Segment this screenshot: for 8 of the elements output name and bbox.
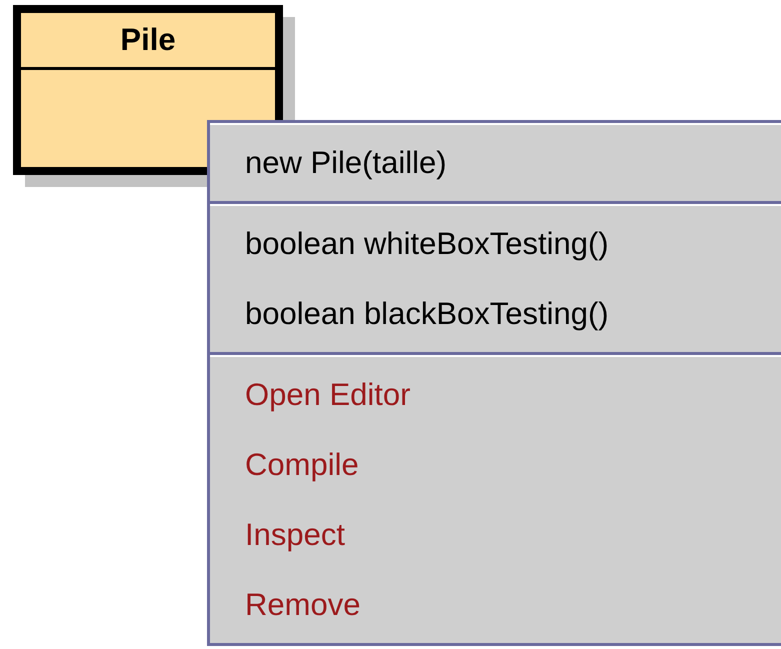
menu-item[interactable]: Inspect — [210, 500, 781, 570]
menu-item[interactable]: Open Editor — [210, 360, 781, 430]
menu-item[interactable]: Compile — [210, 430, 781, 500]
menu-item[interactable]: Remove — [210, 570, 781, 640]
menu-item[interactable]: new Pile(taille) — [210, 128, 781, 198]
menu-item[interactable]: boolean whiteBoxTesting() — [210, 209, 781, 279]
class-name: Pile — [21, 13, 275, 70]
menu-item[interactable]: boolean blackBoxTesting() — [210, 279, 781, 349]
